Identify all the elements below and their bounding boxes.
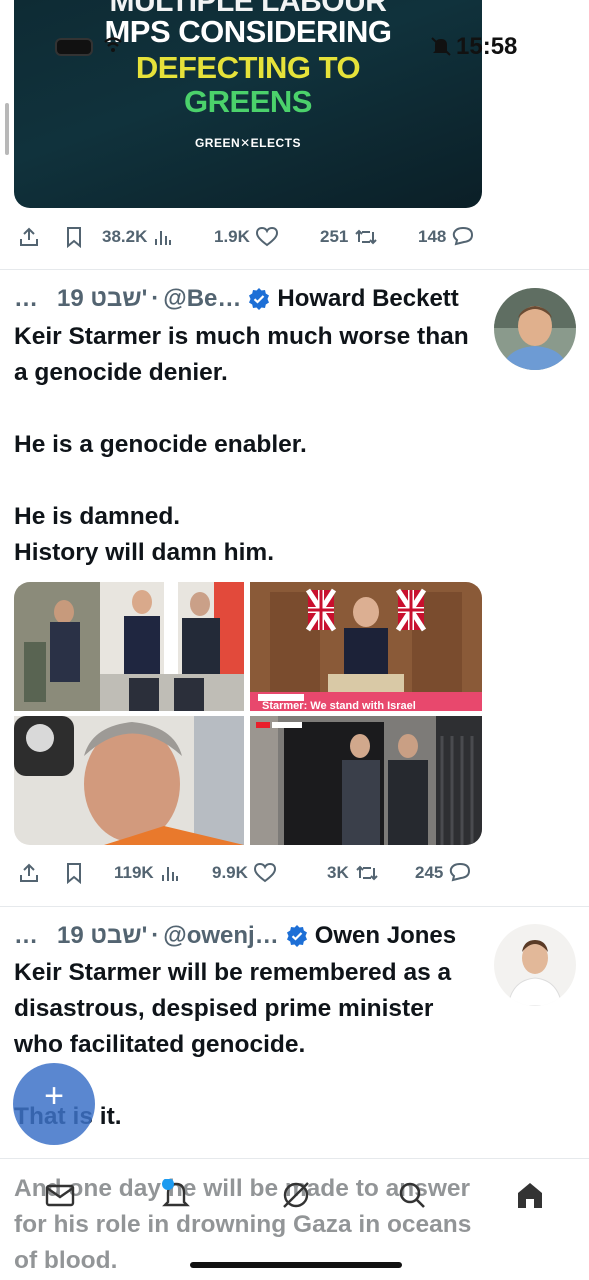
status-time: 15:58 bbox=[456, 33, 518, 60]
author-name[interactable]: Owen Jones bbox=[315, 922, 456, 950]
media-image[interactable] bbox=[14, 716, 244, 845]
post-divider bbox=[0, 906, 589, 907]
views-count[interactable]: 38.2K bbox=[102, 227, 173, 247]
messages-icon[interactable] bbox=[44, 1179, 76, 1211]
tweet-date[interactable]: 19 שבט' bbox=[57, 922, 147, 950]
repost-icon bbox=[355, 229, 378, 245]
post-action-bar: 119K 9.9K 3K 245 bbox=[16, 858, 486, 888]
media-image[interactable] bbox=[250, 716, 482, 845]
meta-separator: · bbox=[151, 285, 160, 312]
views-count[interactable]: 119K bbox=[114, 863, 180, 883]
bell-muted-icon bbox=[431, 37, 451, 56]
like-count[interactable]: 1.9K bbox=[214, 227, 278, 247]
card-headline-line: GREENS bbox=[184, 84, 312, 119]
repost-count[interactable]: 251 bbox=[320, 227, 378, 247]
tweet-text[interactable]: Keir Starmer is much much worse than a g… bbox=[14, 319, 484, 571]
tweet-header: … 19 שבט' · @owenj… Owen Jones bbox=[14, 921, 456, 951]
verified-badge-icon bbox=[249, 288, 270, 310]
plus-icon: + bbox=[44, 1076, 64, 1115]
home-indicator[interactable] bbox=[190, 1262, 402, 1268]
reply-icon bbox=[450, 863, 471, 882]
author-name[interactable]: Howard Beckett bbox=[277, 285, 458, 313]
bookmark-icon[interactable] bbox=[64, 226, 84, 248]
repost-icon bbox=[356, 865, 378, 881]
more-options-button[interactable]: … bbox=[14, 922, 39, 950]
bookmark-icon[interactable] bbox=[64, 862, 84, 884]
avatar[interactable] bbox=[494, 288, 576, 370]
avatar[interactable] bbox=[494, 924, 576, 1006]
reply-count[interactable]: 148 bbox=[418, 227, 474, 247]
reply-count[interactable]: 245 bbox=[415, 863, 471, 883]
post-action-bar: 38.2K 1.9K 251 148 bbox=[16, 222, 486, 252]
like-icon bbox=[253, 863, 276, 883]
post-divider bbox=[0, 269, 589, 270]
author-handle[interactable]: @Be… bbox=[163, 285, 241, 313]
more-options-button[interactable]: … bbox=[14, 285, 39, 313]
like-icon bbox=[255, 227, 278, 247]
share-icon[interactable] bbox=[18, 226, 40, 248]
share-icon[interactable] bbox=[18, 862, 40, 884]
repost-count[interactable]: 3K bbox=[327, 863, 379, 883]
media-image[interactable]: Starmer: We stand with Israel bbox=[250, 582, 482, 711]
like-count[interactable]: 9.9K bbox=[212, 863, 276, 883]
meta-separator: · bbox=[151, 922, 160, 949]
home-icon[interactable] bbox=[514, 1179, 546, 1211]
tweet-media-grid[interactable]: Starmer: We stand with Israel bbox=[14, 582, 482, 845]
tweet-header: … 19 שבט' · @Be… Howard Beckett bbox=[14, 284, 459, 314]
notifications-icon[interactable] bbox=[160, 1179, 192, 1211]
battery-icon bbox=[55, 38, 93, 56]
card-brand-logo: GREEN✕ELECTS bbox=[194, 136, 302, 150]
embedded-media-card[interactable]: MULTIPLE LABOUR MPS CONSIDERING DEFECTIN… bbox=[14, 0, 482, 208]
views-icon bbox=[161, 867, 178, 881]
tweet-date[interactable]: 19 שבט' bbox=[57, 285, 147, 313]
search-icon[interactable] bbox=[396, 1179, 428, 1211]
scroll-indicator[interactable] bbox=[5, 103, 9, 155]
wifi-icon bbox=[104, 37, 122, 52]
verified-badge-icon bbox=[286, 925, 307, 947]
media-caption: Starmer: We stand with Israel bbox=[262, 700, 416, 711]
compose-button[interactable]: + bbox=[13, 1063, 95, 1145]
author-handle[interactable]: @owenj… bbox=[163, 922, 278, 950]
views-icon bbox=[155, 231, 172, 245]
reply-icon bbox=[453, 227, 474, 246]
communities-icon[interactable] bbox=[280, 1179, 312, 1211]
media-image[interactable] bbox=[14, 582, 244, 711]
